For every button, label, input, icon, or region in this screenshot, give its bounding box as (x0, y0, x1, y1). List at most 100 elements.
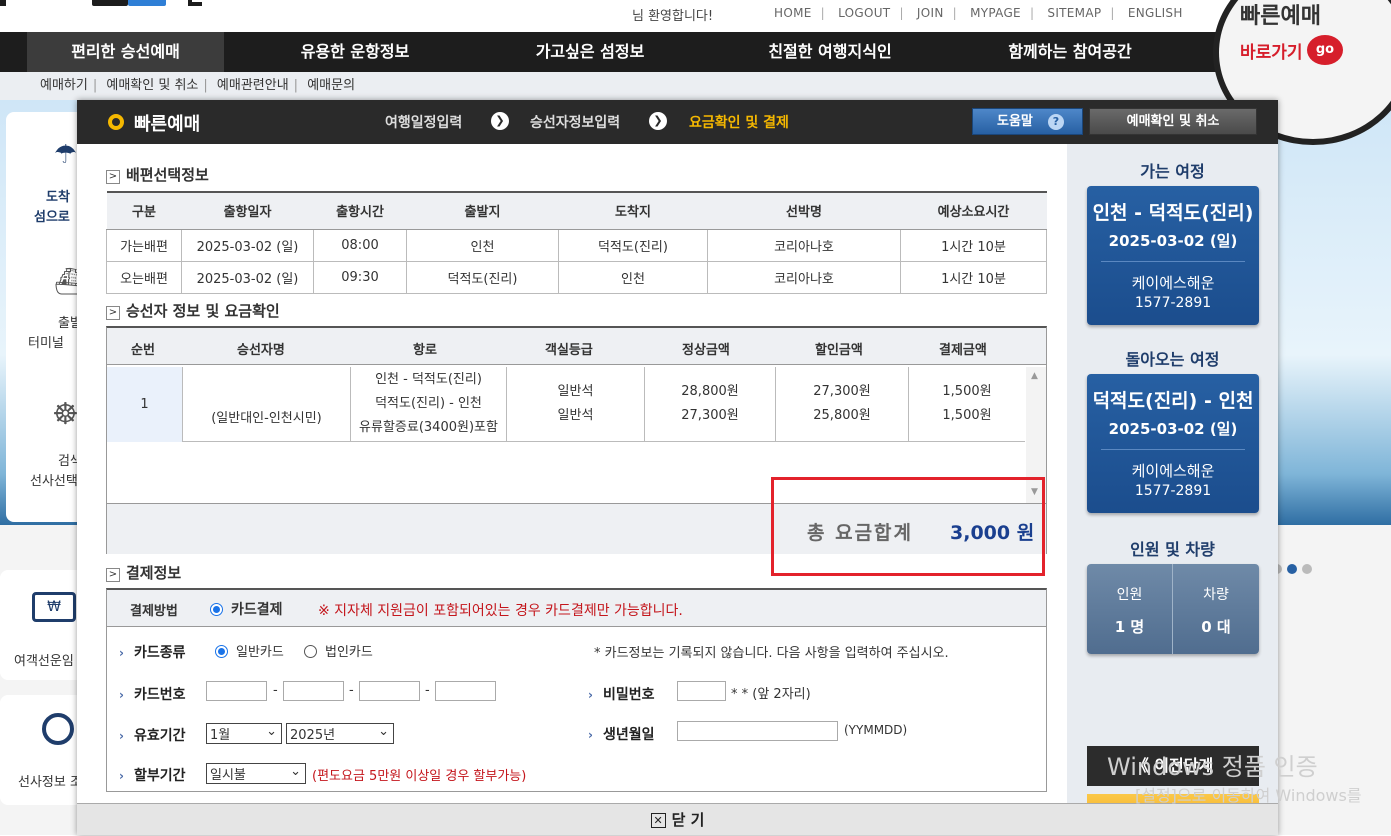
installment-value: 일시불 (210, 768, 246, 783)
separator: | (899, 6, 904, 20)
card-number-label: › 카드번호 (119, 684, 185, 704)
card-type-corporate[interactable]: 법인카드 (304, 641, 373, 660)
payment-notice: ※ 지자체 지원금이 포함되어있는 경우 카드결제만 가능합니다. (318, 603, 683, 619)
card-type-personal[interactable]: 일반카드 (215, 641, 284, 660)
nav-islands[interactable]: 가고싶은 섬정보 (495, 32, 685, 72)
itinerary-panel: 가는 여정 인천 - 덕적도(진리) 2025-03-02 (일) 케이에스해운… (1067, 144, 1278, 835)
installment-select[interactable]: 일시불 ⌄ (206, 763, 306, 784)
cell: 덕적도(진리) (406, 260, 559, 294)
corporate-card-radio[interactable] (304, 645, 317, 658)
payment-section-title: > 결제정보 (106, 562, 181, 583)
popup-header: 빠른예매 여행일정입력 ❯ 승선자정보입력 ❯ 요금확인 및 결제 도움말? 예… (77, 100, 1278, 144)
close-icon[interactable]: ✕ (650, 813, 666, 828)
bullet-icon: › (588, 688, 593, 702)
separator: | (293, 78, 299, 93)
cell: 코리아나호 (707, 260, 901, 294)
cell: 인천 (558, 260, 708, 294)
installment-text: 할부기간 (133, 768, 186, 784)
card-number-input-2[interactable] (283, 681, 344, 701)
chevron-down-icon: ⌄ (266, 724, 277, 739)
route-3: 유류할증료(3400원)포함 (359, 420, 498, 435)
corporate-card-label: 법인카드 (325, 645, 373, 660)
nav-community[interactable]: 함께하는 참여공간 (975, 32, 1165, 72)
card-number-input-4[interactable] (435, 681, 496, 701)
help-button[interactable]: 도움말? (972, 108, 1083, 135)
cell-discount: 27,300원 25,800원 (776, 367, 909, 442)
bullet-icon: › (119, 688, 124, 702)
people-col: 인원 1 명 (1087, 564, 1173, 654)
ship-table: 구분 출항일자 출항시간 출발지 도착지 선박명 예상소요시간 가는배편 202… (106, 191, 1047, 294)
birth-input[interactable] (677, 721, 838, 741)
cell-pay: 1,500원 1,500원 (909, 367, 1025, 442)
card-payment-radio[interactable] (210, 603, 223, 616)
subnav-guide[interactable]: 예매관련안내 (217, 78, 289, 93)
windows-activation-hint: [설정]으로 이동하여 Windows를 (1135, 786, 1362, 805)
bullet-icon: › (119, 729, 124, 743)
total-highlight-box (771, 477, 1045, 576)
scroll-up-icon[interactable]: ▲ (1031, 371, 1038, 381)
nav-ticketing[interactable]: 편리한 승선예매 (27, 32, 224, 72)
cell-no: 1 (107, 367, 183, 442)
slider-dot-active[interactable] (1287, 564, 1297, 574)
outbound-title: 가는 여정 (1140, 162, 1205, 181)
expiry-label: › 유효기간 (119, 725, 185, 745)
nav-travel-knowledge[interactable]: 친절한 여행지식인 (725, 32, 935, 72)
separator: | (92, 78, 98, 93)
col-departure: 출발지 (406, 192, 559, 230)
top-link-home[interactable]: HOME (774, 6, 812, 20)
close-bar[interactable]: ✕ 닫 기 (77, 803, 1278, 835)
left-company-card[interactable]: 선사정보 조 (0, 695, 86, 805)
title-circle-icon (108, 114, 124, 130)
outbound-phone: 1577-2891 (1134, 295, 1212, 311)
card-number-text: 카드번호 (133, 687, 186, 703)
ship-section-label: 배편선택정보 (126, 166, 209, 184)
passenger-row: 1 (일반대인-인천시민) 인천 - 덕적도(진리) 덕적도(진리) - 인천 … (107, 367, 1025, 442)
outbound-date: 2025-03-02 (일) (1108, 232, 1238, 250)
table-row: 가는배편 2025-03-02 (일) 08:00 인천 덕적도(진리) 코리아… (106, 228, 1047, 262)
section-arrow-icon: > (106, 568, 120, 582)
col-discount: 할인금액 (815, 343, 863, 358)
bullet-icon: › (588, 728, 593, 742)
col-duration: 예상소요시간 (900, 192, 1047, 230)
left-label: 도착 (46, 190, 70, 205)
people-card: 인원 1 명 차량 0 대 (1087, 564, 1259, 654)
card-type-text: 카드종류 (133, 645, 186, 661)
top-link-logout[interactable]: LOGOUT (838, 6, 890, 20)
subnav-booking[interactable]: 예매하기 (40, 78, 88, 93)
reservation-check-button[interactable]: 예매확인 및 취소 (1089, 108, 1257, 135)
card-number-input-3[interactable] (359, 681, 420, 701)
expiry-year-select[interactable]: 2025년 ⌄ (286, 723, 394, 744)
top-link-english[interactable]: ENGLISH (1128, 6, 1183, 20)
col-date: 출항일자 (181, 192, 314, 230)
close-label[interactable]: 닫 기 (672, 811, 705, 829)
outbound-route: 인천 - 덕적도(진리) (1092, 202, 1254, 224)
table-row: 오는배편 2025-03-02 (일) 09:30 덕적도(진리) 인천 코리아… (106, 260, 1047, 294)
chevron-down-icon: ⌄ (290, 764, 301, 779)
dash: - (349, 683, 354, 698)
return-date: 2025-03-02 (일) (1108, 420, 1238, 438)
payment-method-option[interactable]: 카드결제 (210, 599, 283, 619)
personal-card-radio[interactable] (215, 645, 228, 658)
left-fare-card[interactable]: ₩ 여객선운임 (0, 570, 86, 680)
expiry-year-value: 2025년 (290, 728, 336, 743)
card-number-input-1[interactable] (206, 681, 267, 701)
top-link-mypage[interactable]: MYPAGE (970, 6, 1021, 20)
badge-go-button[interactable]: go (1307, 35, 1343, 65)
cell: 코리아나호 (707, 228, 901, 262)
top-link-sitemap[interactable]: SITEMAP (1047, 6, 1101, 20)
subnav-check-cancel[interactable]: 예매확인 및 취소 (106, 78, 198, 93)
top-link-join[interactable]: JOIN (917, 6, 944, 20)
col-normal: 정상금액 (682, 343, 730, 358)
slider-dot[interactable] (1302, 564, 1312, 574)
vehicle-label: 차량 (1203, 587, 1229, 603)
passenger-section-label: 승선자 정보 및 요금확인 (126, 302, 280, 320)
password-input[interactable] (677, 681, 726, 701)
return-route: 덕적도(진리) - 인천 (1092, 390, 1254, 412)
birth-hint: (YYMMDD) (844, 723, 908, 737)
subnav-inquiry[interactable]: 예매문의 (307, 78, 355, 93)
col-time: 출항시간 (313, 192, 407, 230)
nav-operations[interactable]: 유용한 운항정보 (260, 32, 450, 72)
expiry-month-select[interactable]: 1월 ⌄ (206, 723, 282, 744)
outbound-divider (1101, 261, 1245, 262)
return-company: 케이에스해운 (1131, 462, 1215, 480)
